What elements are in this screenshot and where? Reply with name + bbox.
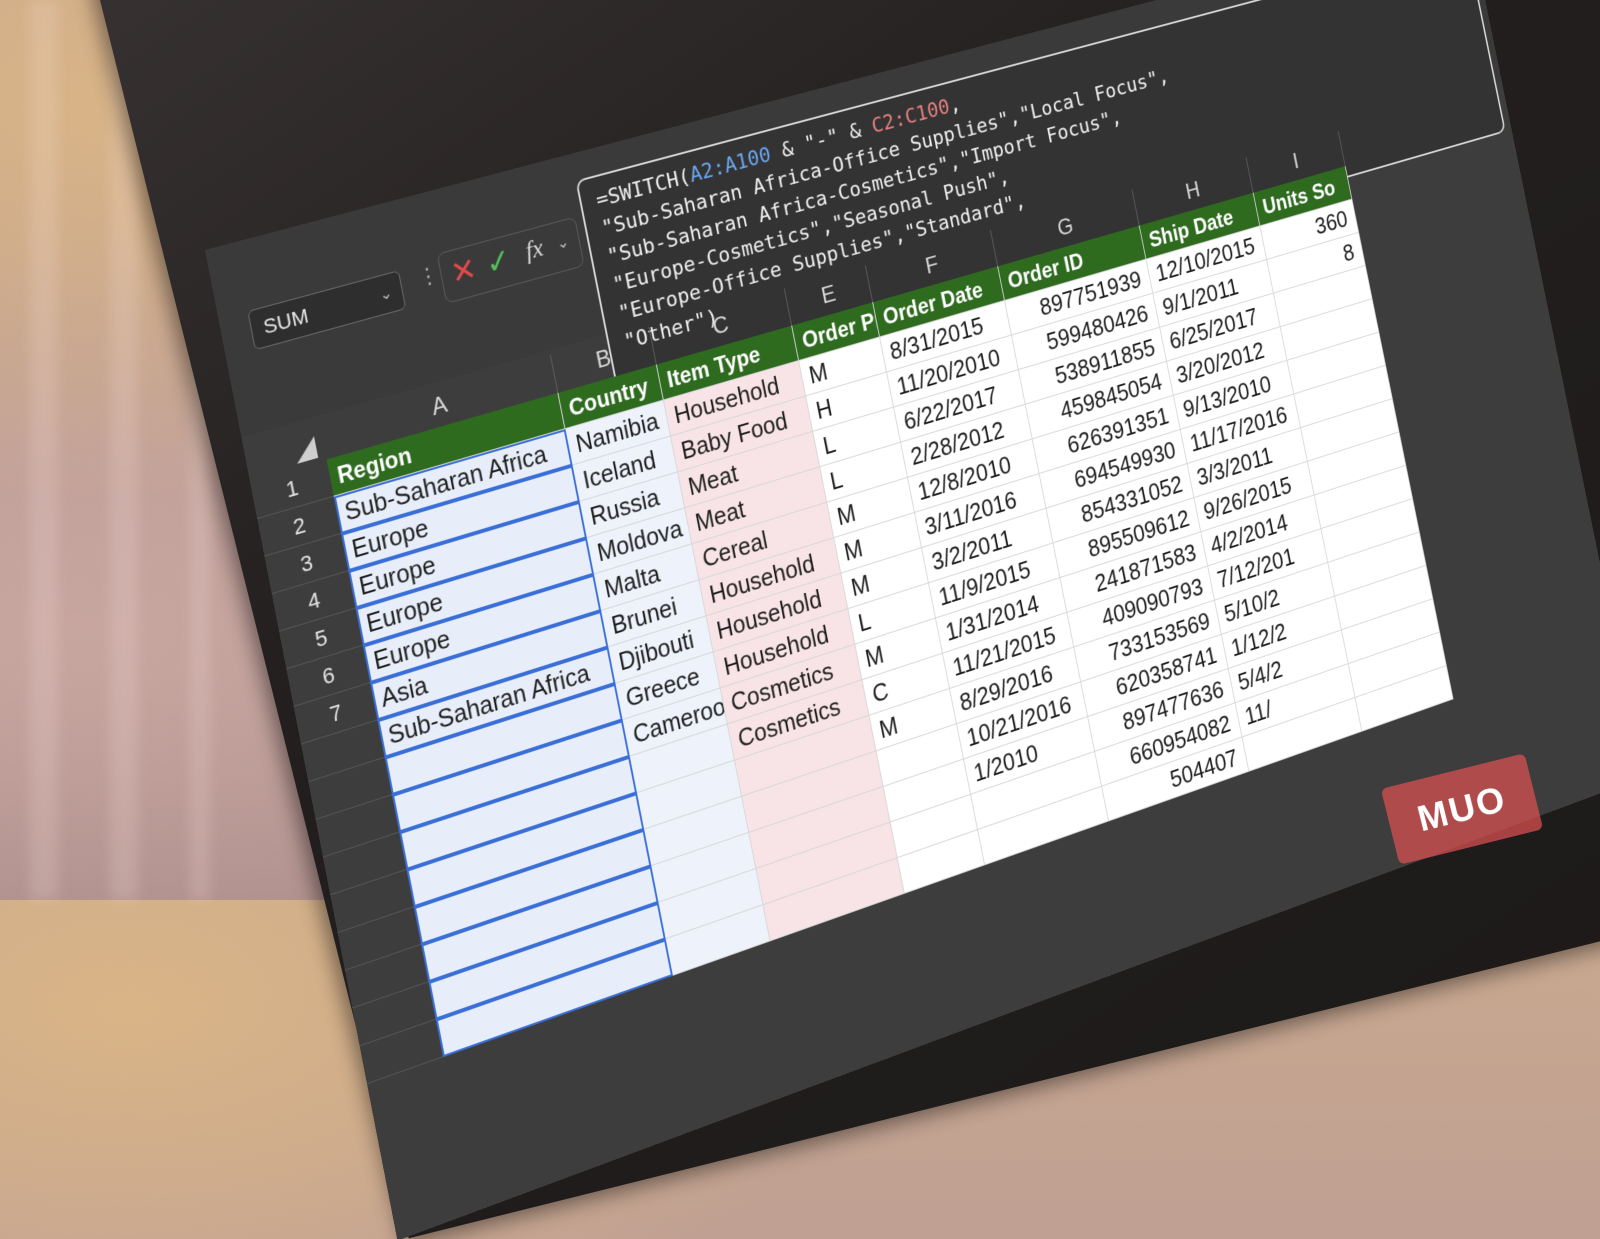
formula-controls: ✕ ✓ fx ⌄ — [436, 216, 585, 304]
cancel-icon[interactable]: ✕ — [448, 249, 480, 292]
name-box[interactable]: SUM ⌄ — [247, 270, 407, 351]
chevron-down-icon[interactable]: ⌄ — [555, 232, 571, 254]
insert-function-icon[interactable]: fx — [523, 233, 546, 266]
chevron-down-icon[interactable]: ⌄ — [376, 274, 396, 316]
confirm-icon[interactable]: ✓ — [483, 240, 515, 283]
more-options-icon[interactable]: ⋮ — [416, 262, 441, 292]
name-box-value: SUM — [261, 304, 311, 340]
